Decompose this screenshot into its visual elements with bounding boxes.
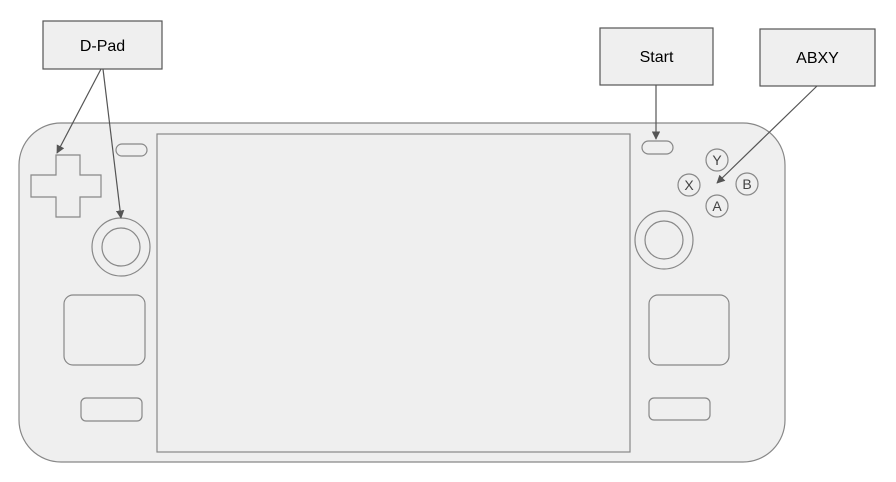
face-button-a[interactable]: A [705, 194, 729, 218]
face-button-x-label: X [684, 177, 694, 193]
face-button-b[interactable]: B [735, 172, 759, 196]
select-button[interactable] [115, 143, 148, 157]
dpad-callout-label: D-Pad [80, 38, 125, 55]
right-bottom-button[interactable] [648, 397, 711, 421]
dpad-callout: D-Pad [42, 20, 163, 70]
left-trackpad[interactable] [63, 294, 146, 366]
abxy-callout-label: ABXY [796, 50, 839, 67]
screen [156, 133, 631, 453]
start-callout: Start [599, 27, 714, 86]
face-button-y-label: Y [712, 152, 722, 168]
right-analog-stick[interactable] [634, 210, 694, 270]
start-callout-label: Start [640, 49, 674, 66]
face-button-x[interactable]: X [677, 173, 701, 197]
right-trackpad[interactable] [648, 294, 730, 366]
left-analog-stick[interactable] [91, 217, 151, 277]
face-button-a-label: A [712, 198, 722, 214]
face-button-b-label: B [742, 176, 751, 192]
handheld-console-diagram: Y X B A D-Pad Start ABXY [18, 20, 876, 463]
face-button-y[interactable]: Y [705, 148, 729, 172]
abxy-callout: ABXY [759, 28, 876, 87]
left-bottom-button[interactable] [80, 397, 143, 422]
start-button[interactable] [641, 140, 674, 155]
